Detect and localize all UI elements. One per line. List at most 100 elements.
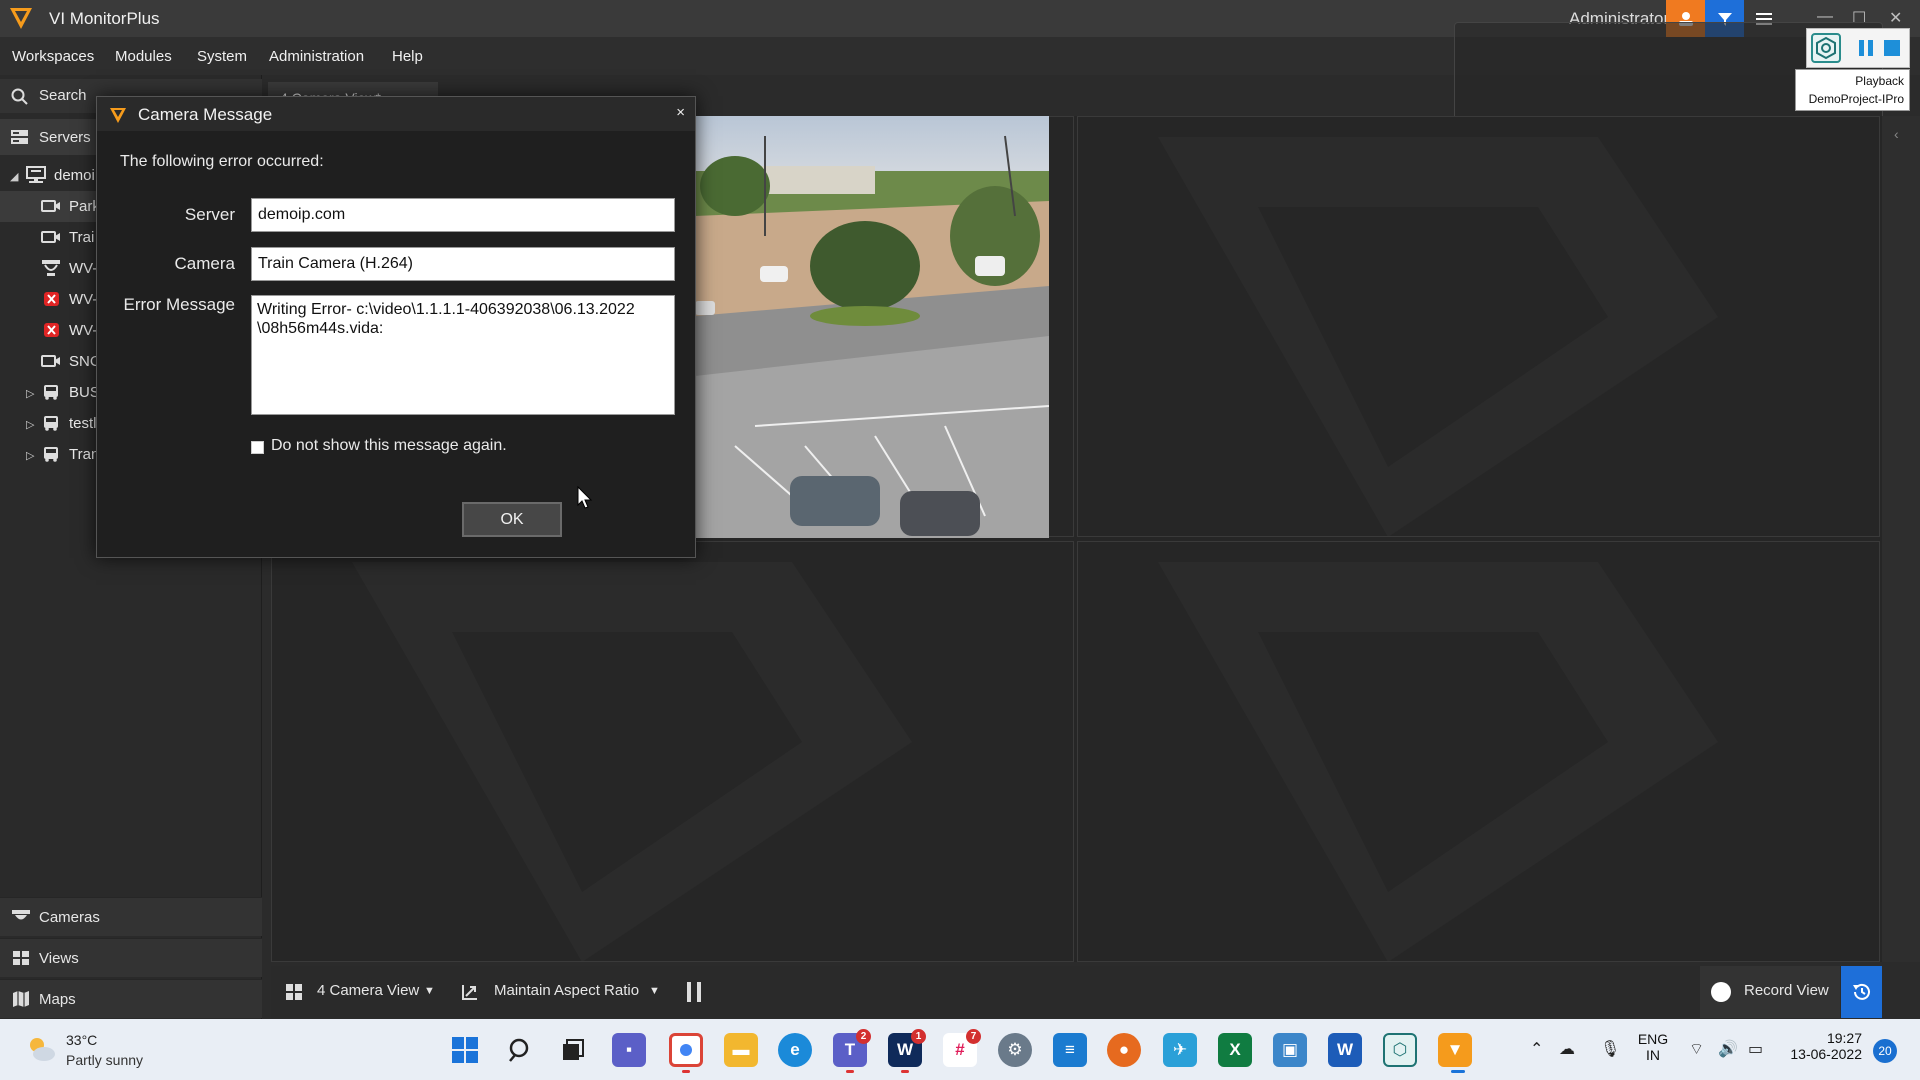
grid-view-icon	[286, 984, 302, 1000]
tooltip-line1: Playback	[1855, 74, 1904, 88]
taskbar-file-explorer[interactable]: ▬	[724, 1033, 758, 1067]
language-indicator[interactable]: ENG IN	[1636, 1031, 1670, 1063]
sidebar-cameras[interactable]: Cameras	[0, 897, 262, 936]
chevron-down-icon[interactable]: ▼	[649, 985, 660, 997]
menu-administration[interactable]: Administration	[269, 48, 364, 65]
app-logo-icon	[10, 8, 32, 29]
microphone-icon[interactable]: 🎙	[1600, 1039, 1620, 1059]
word-icon: W	[1336, 1040, 1354, 1059]
taskbar-vi-monitorplus[interactable]: ▼	[1438, 1033, 1472, 1067]
camera-icon	[41, 355, 60, 367]
start-button[interactable]	[448, 1033, 482, 1067]
taskbar-wavebox[interactable]: W1	[888, 1029, 926, 1067]
instant-replay-button[interactable]	[1841, 966, 1882, 1018]
vi-app-icon[interactable]	[1811, 33, 1841, 63]
taskbar-excel[interactable]: X	[1218, 1033, 1252, 1067]
onedrive-icon[interactable]: ☁	[1559, 1039, 1575, 1059]
close-window-icon[interactable]: ✕	[1889, 8, 1902, 28]
stop-icon[interactable]	[1883, 39, 1901, 57]
sidebar-maps[interactable]: Maps	[0, 979, 262, 1018]
taskbar-chrome[interactable]	[669, 1033, 703, 1067]
menu-workspaces[interactable]: Workspaces	[12, 48, 94, 65]
record-view-button[interactable]: Record View	[1700, 966, 1840, 1018]
taskbar-settings[interactable]: ⚙	[998, 1033, 1032, 1067]
camera-error-icon	[44, 292, 59, 306]
task-view-icon	[563, 1039, 584, 1060]
pause-icon[interactable]	[685, 981, 703, 1003]
clock-time: 19:27	[1826, 1030, 1862, 1046]
sidebar-views[interactable]: Views	[0, 938, 262, 977]
servers-label: Servers	[39, 129, 91, 146]
partly-sunny-icon	[30, 1038, 55, 1061]
collapse-icon[interactable]: ◢	[10, 170, 18, 183]
view-selector[interactable]: 4 Camera View	[317, 982, 419, 999]
pause-icon[interactable]	[1857, 39, 1875, 57]
camera-icon	[41, 231, 60, 243]
wavebox-badge: 1	[911, 1029, 926, 1044]
do-not-show-checkbox[interactable]	[251, 441, 264, 454]
camera-label: Camera	[174, 254, 235, 273]
camera-cell-2[interactable]	[1077, 116, 1880, 537]
dialog-intro: The following error occurred:	[120, 153, 324, 170]
camera-field[interactable]	[251, 247, 675, 281]
task-view[interactable]	[556, 1033, 590, 1067]
battery-icon[interactable]: ▭	[1748, 1039, 1763, 1059]
taskbar-word[interactable]: W	[1328, 1033, 1362, 1067]
wifi-icon[interactable]: ⌔	[1689, 1039, 1704, 1059]
notification-badge[interactable]: 20	[1873, 1039, 1897, 1063]
volume-icon[interactable]: 🔊	[1718, 1039, 1738, 1059]
camera-icon	[41, 200, 60, 212]
ok-button[interactable]: OK	[462, 502, 562, 537]
firefox-icon: ●	[1118, 1040, 1130, 1059]
taskbar-search[interactable]	[503, 1033, 537, 1067]
server-field[interactable]	[251, 198, 675, 232]
search-label: Search	[39, 87, 87, 104]
weather-temp: 33°C	[66, 1032, 98, 1048]
taskbar-chat[interactable]: ▪	[612, 1033, 646, 1067]
do-not-show-label[interactable]: Do not show this message again.	[271, 437, 507, 455]
menu-help[interactable]: Help	[392, 48, 423, 65]
right-collapse-panel[interactable]: ‹	[1882, 116, 1920, 962]
chevron-down-icon[interactable]: ▼	[424, 985, 435, 997]
servers-icon	[11, 130, 28, 144]
taskbar-edge[interactable]: e	[778, 1033, 812, 1067]
menu-system[interactable]: System	[197, 48, 247, 65]
camera-cell-4[interactable]	[1077, 541, 1880, 962]
aspect-ratio-selector[interactable]: Maintain Aspect Ratio	[494, 982, 639, 999]
dialog-close-icon[interactable]: ×	[676, 104, 685, 121]
camera-message-dialog: Camera Message × The following error occ…	[96, 96, 696, 558]
expand-icon[interactable]: ▷	[26, 387, 34, 400]
playback-controls	[1806, 28, 1910, 68]
chevron-left-icon[interactable]: ‹	[1894, 126, 1899, 142]
taskbar-vi-app[interactable]: ⬡	[1383, 1033, 1417, 1067]
tree-item-label: WV-	[69, 260, 98, 277]
taskbar-snip[interactable]: ▣	[1273, 1033, 1307, 1067]
chevron-up-icon[interactable]: ⌃	[1530, 1039, 1543, 1059]
camera-cell-3[interactable]	[271, 541, 1074, 962]
taskbar-slack[interactable]: #7	[943, 1029, 981, 1067]
folder-icon: ▬	[732, 1040, 750, 1059]
taskbar-teams[interactable]: T2	[833, 1029, 871, 1067]
taskbar-notepad[interactable]: ≡	[1053, 1033, 1087, 1067]
error-message-field[interactable]: Writing Error- c:\video\1.1.1.1-40639203…	[251, 295, 675, 415]
tree-item-label: testl	[69, 415, 97, 432]
bus-icon	[44, 385, 58, 400]
slack-badge: 7	[966, 1029, 981, 1044]
map-icon	[13, 991, 29, 1007]
teams-badge: 2	[856, 1029, 871, 1044]
error-message-label: Error Message	[123, 295, 235, 314]
notepad-icon: ≡	[1065, 1040, 1075, 1059]
clock[interactable]: 19:27 13-06-2022	[1786, 1030, 1862, 1062]
camera-error-icon	[44, 323, 59, 337]
windows-taskbar: 33°C Partly sunny ▪ ▬ e T2 W1 #7 ⚙ ≡ ● ✈…	[0, 1019, 1920, 1080]
history-icon	[1852, 983, 1870, 1000]
taskbar-firefox[interactable]: ●	[1107, 1033, 1141, 1067]
clock-date: 13-06-2022	[1790, 1046, 1862, 1062]
weather-condition: Partly sunny	[66, 1052, 144, 1068]
menu-modules[interactable]: Modules	[115, 48, 172, 65]
taskbar-app-bird[interactable]: ✈	[1163, 1033, 1197, 1067]
expand-icon[interactable]: ▷	[26, 449, 34, 462]
expand-icon[interactable]: ▷	[26, 418, 34, 431]
record-view-label: Record View	[1744, 982, 1829, 999]
chat-icon: ▪	[625, 1040, 633, 1059]
